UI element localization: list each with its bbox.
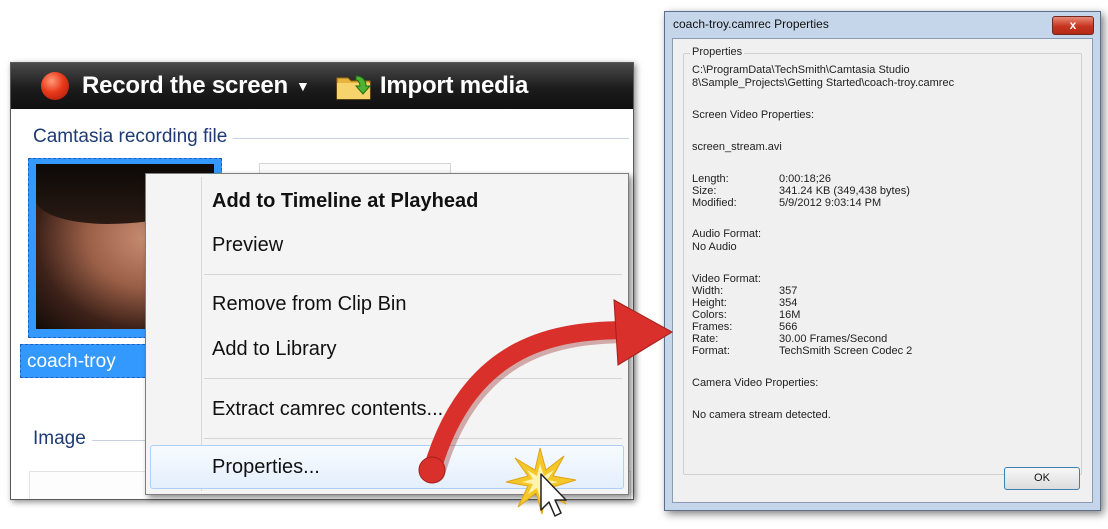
height-value: 354: [779, 297, 798, 309]
menu-separator: [204, 378, 622, 379]
stream-file-name: screen_stream.avi: [692, 141, 782, 153]
modified-label: Modified:: [692, 197, 737, 209]
menu-item-properties[interactable]: Properties...: [150, 445, 624, 489]
format-value: TechSmith Screen Codec 2: [779, 345, 913, 357]
modified-value: 5/9/2012 9:03:14 PM: [779, 197, 882, 209]
ok-button[interactable]: OK: [1004, 467, 1080, 490]
menu-separator: [204, 438, 622, 439]
group-label: Properties: [690, 46, 745, 58]
menu-separator: [204, 274, 622, 275]
length-label: Length:: [692, 173, 729, 185]
camera-video-heading: Camera Video Properties:: [692, 377, 819, 389]
record-screen-button[interactable]: Record the screen ▼: [41, 63, 336, 109]
file-path-line2: 8\Sample_Projects\Getting Started\coach-…: [692, 77, 955, 89]
folder-import-icon: [336, 75, 371, 100]
close-icon: x: [1069, 18, 1077, 32]
menu-item-preview[interactable]: Preview: [150, 223, 624, 267]
dialog-title: coach-troy.camrec Properties: [673, 17, 829, 31]
camera-video-value: No camera stream detected.: [692, 409, 831, 421]
close-button[interactable]: x: [1052, 16, 1094, 35]
clip-name-label[interactable]: coach-troy: [20, 344, 150, 378]
size-label: Size:: [692, 185, 717, 197]
toolbar: Record the screen ▼ Import media: [11, 63, 633, 109]
chevron-down-icon: ▼: [296, 78, 310, 94]
size-value: 341.24 KB (349,438 bytes): [779, 185, 910, 197]
dialog-content: Properties C:\ProgramData\TechSmith\Camt…: [672, 38, 1093, 503]
menu-item-add-to-library[interactable]: Add to Library: [150, 327, 624, 371]
height-label: Height:: [692, 297, 727, 309]
width-value: 357: [779, 285, 798, 297]
section-title-recording: Camtasia recording file: [33, 126, 234, 148]
import-media-button[interactable]: Import media: [336, 63, 528, 109]
menu-item-remove-from-clip-bin[interactable]: Remove from Clip Bin: [150, 282, 624, 326]
format-label: Format:: [692, 345, 730, 357]
record-screen-label: Record the screen: [82, 72, 289, 99]
frames-label: Frames:: [692, 321, 733, 333]
context-menu: Add to Timeline at Playhead Preview Remo…: [145, 173, 629, 495]
properties-dialog: coach-troy.camrec Properties x Propertie…: [664, 11, 1101, 511]
dialog-titlebar[interactable]: coach-troy.camrec Properties x: [665, 12, 1100, 36]
screen-video-heading: Screen Video Properties:: [692, 109, 815, 121]
menu-item-add-to-timeline[interactable]: Add to Timeline at Playhead: [150, 179, 624, 223]
frames-value: 566: [779, 321, 798, 333]
audio-format-value: No Audio: [692, 241, 737, 253]
width-label: Width:: [692, 285, 724, 297]
rate-value: 30.00 Frames/Second: [779, 333, 888, 345]
video-format-heading: Video Format:: [692, 273, 761, 285]
properties-group: Properties C:\ProgramData\TechSmith\Camt…: [683, 46, 1082, 475]
file-path-line1: C:\ProgramData\TechSmith\Camtasia Studio: [692, 64, 910, 76]
import-media-label: Import media: [379, 72, 529, 99]
section-title-image: Image: [33, 428, 92, 450]
length-value: 0:00:18;26: [779, 173, 831, 185]
record-dot-icon: [41, 72, 69, 100]
colors-label: Colors:: [692, 309, 727, 321]
colors-value: 16M: [779, 309, 801, 321]
rate-label: Rate:: [692, 333, 719, 345]
audio-format-heading: Audio Format:: [692, 228, 762, 240]
menu-item-extract-camrec[interactable]: Extract camrec contents...: [150, 387, 624, 431]
